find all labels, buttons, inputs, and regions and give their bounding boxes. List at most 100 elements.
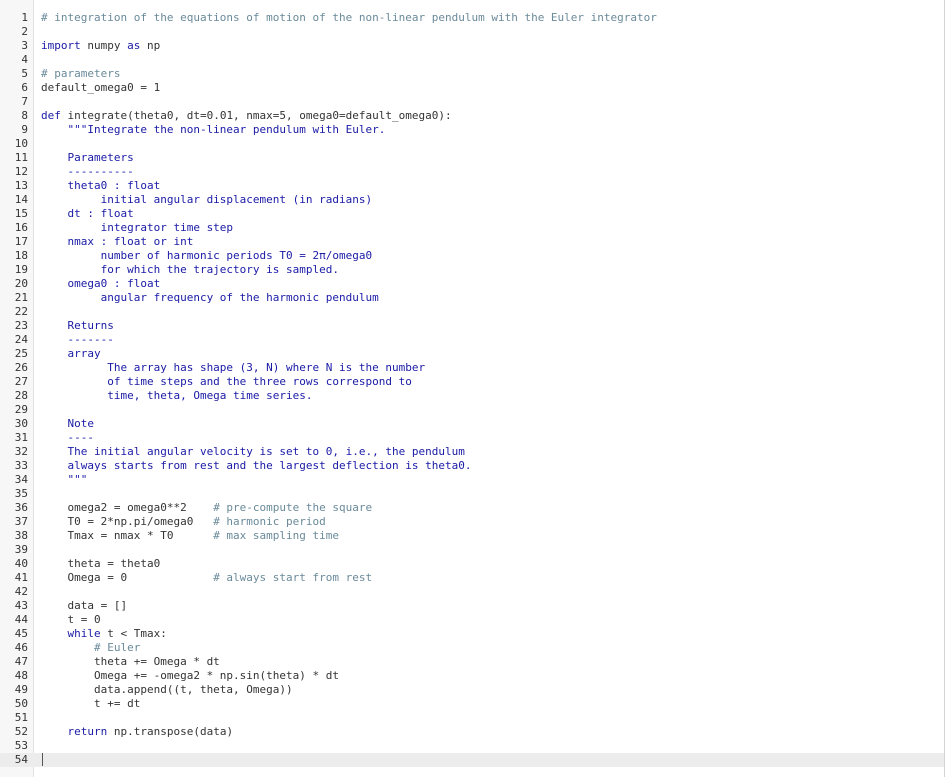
code-line[interactable]: 4 (0, 53, 945, 67)
code-token-comment: # always start from rest (213, 571, 372, 584)
line-number: 35 (0, 487, 28, 501)
code-line[interactable]: 17 nmax : float or int (0, 235, 945, 249)
line-code: Parameters (41, 151, 134, 165)
line-number: 13 (0, 179, 28, 193)
code-line[interactable]: 5# parameters (0, 67, 945, 81)
line-code: Returns (41, 319, 114, 333)
code-line[interactable]: 6default_omega0 = 1 (0, 81, 945, 95)
code-line[interactable]: 26 The array has shape (3, N) where N is… (0, 361, 945, 375)
code-line[interactable]: 39 (0, 543, 945, 557)
code-line[interactable]: 42 (0, 585, 945, 599)
code-line[interactable]: 22 (0, 305, 945, 319)
code-line[interactable]: 54 (0, 753, 945, 767)
code-line[interactable]: 29 (0, 403, 945, 417)
line-number: 33 (0, 459, 28, 473)
code-line[interactable]: 24 ------- (0, 333, 945, 347)
code-token-keyword: as (127, 39, 140, 52)
code-line[interactable]: 7 (0, 95, 945, 109)
code-line[interactable]: 13 theta0 : float (0, 179, 945, 193)
line-number: 11 (0, 151, 28, 165)
code-line[interactable]: 44 t = 0 (0, 613, 945, 627)
code-token-keyword: import (41, 39, 81, 52)
line-code: always starts from rest and the largest … (41, 459, 471, 473)
code-line[interactable]: 1# integration of the equations of motio… (0, 11, 945, 25)
line-code: t = 0 (41, 613, 101, 627)
line-code: Note (41, 417, 94, 431)
code-line[interactable]: 12 ---------- (0, 165, 945, 179)
line-number: 51 (0, 711, 28, 725)
line-number: 23 (0, 319, 28, 333)
code-line[interactable]: 14 initial angular displacement (in radi… (0, 193, 945, 207)
code-line[interactable]: 45 while t < Tmax: (0, 627, 945, 641)
code-line[interactable]: 38 Tmax = nmax * T0 # max sampling time (0, 529, 945, 543)
code-line[interactable]: 18 number of harmonic periods T0 = 2π/om… (0, 249, 945, 263)
code-line[interactable]: 21 angular frequency of the harmonic pen… (0, 291, 945, 305)
code-line[interactable]: 36 omega2 = omega0**2 # pre-compute the … (0, 501, 945, 515)
code-token-string: array (41, 347, 101, 360)
code-editor[interactable]: 1# integration of the equations of motio… (0, 0, 945, 777)
code-line[interactable]: 35 (0, 487, 945, 501)
code-line[interactable]: 50 t += dt (0, 697, 945, 711)
code-line[interactable]: 8def integrate(theta0, dt=0.01, nmax=5, … (0, 109, 945, 123)
line-code: initial angular displacement (in radians… (41, 193, 372, 207)
code-line[interactable]: 47 theta += Omega * dt (0, 655, 945, 669)
line-code: data.append((t, theta, Omega)) (41, 683, 293, 697)
line-code: omega0 : float (41, 277, 160, 291)
code-line[interactable]: 28 time, theta, Omega time series. (0, 389, 945, 403)
code-token-plain (41, 725, 68, 738)
line-number: 37 (0, 515, 28, 529)
code-token-string: number of harmonic periods T0 = 2π/omega… (41, 249, 372, 262)
code-line[interactable]: 23 Returns (0, 319, 945, 333)
line-number: 20 (0, 277, 28, 291)
line-code: number of harmonic periods T0 = 2π/omega… (41, 249, 372, 263)
code-token-plain (41, 627, 68, 640)
line-number: 16 (0, 221, 28, 235)
code-line[interactable]: 9 """Integrate the non-linear pendulum w… (0, 123, 945, 137)
code-line[interactable]: 10 (0, 137, 945, 151)
line-number: 12 (0, 165, 28, 179)
code-token-string: The initial angular velocity is set to 0… (41, 445, 465, 458)
code-token-plain: integrate(theta0, dt=0.01, nmax=5, omega… (61, 109, 452, 122)
code-line[interactable]: 52 return np.transpose(data) (0, 725, 945, 739)
code-line[interactable]: 33 always starts from rest and the large… (0, 459, 945, 473)
code-line[interactable]: 34 """ (0, 473, 945, 487)
code-line[interactable]: 51 (0, 711, 945, 725)
line-number: 45 (0, 627, 28, 641)
code-line[interactable]: 37 T0 = 2*np.pi/omega0 # harmonic period (0, 515, 945, 529)
code-line[interactable]: 48 Omega += -omega2 * np.sin(theta) * dt (0, 669, 945, 683)
code-line[interactable]: 30 Note (0, 417, 945, 431)
code-token-string: ------- (41, 333, 114, 346)
code-token-plain: Omega = 0 (41, 571, 213, 584)
code-line[interactable]: 20 omega0 : float (0, 277, 945, 291)
code-line[interactable]: 25 array (0, 347, 945, 361)
code-line[interactable]: 53 (0, 739, 945, 753)
code-line[interactable]: 40 theta = theta0 (0, 557, 945, 571)
code-line[interactable]: 31 ---- (0, 431, 945, 445)
line-code: The initial angular velocity is set to 0… (41, 445, 465, 459)
code-line[interactable]: 2 (0, 25, 945, 39)
code-token-plain: numpy (81, 39, 127, 52)
line-number: 40 (0, 557, 28, 571)
line-code: Omega = 0 # always start from rest (41, 571, 372, 585)
code-line[interactable]: 32 The initial angular velocity is set t… (0, 445, 945, 459)
code-line[interactable]: 19 for which the trajectory is sampled. (0, 263, 945, 277)
line-number: 34 (0, 473, 28, 487)
code-token-string: integrator time step (41, 221, 233, 234)
code-line[interactable]: 3import numpy as np (0, 39, 945, 53)
code-line[interactable]: 43 data = [] (0, 599, 945, 613)
code-token-string: of time steps and the three rows corresp… (41, 375, 412, 388)
line-number: 49 (0, 683, 28, 697)
line-number: 6 (0, 81, 28, 95)
code-line[interactable]: 11 Parameters (0, 151, 945, 165)
line-number: 26 (0, 361, 28, 375)
code-line[interactable]: 46 # Euler (0, 641, 945, 655)
code-line[interactable]: 49 data.append((t, theta, Omega)) (0, 683, 945, 697)
code-line[interactable]: 41 Omega = 0 # always start from rest (0, 571, 945, 585)
code-line[interactable]: 16 integrator time step (0, 221, 945, 235)
code-token-comment: # harmonic period (213, 515, 326, 528)
line-number: 28 (0, 389, 28, 403)
code-token-comment: # integration of the equations of motion… (41, 11, 657, 24)
code-line[interactable]: 15 dt : float (0, 207, 945, 221)
code-line[interactable]: 27 of time steps and the three rows corr… (0, 375, 945, 389)
code-lines[interactable]: 1# integration of the equations of motio… (0, 11, 945, 767)
